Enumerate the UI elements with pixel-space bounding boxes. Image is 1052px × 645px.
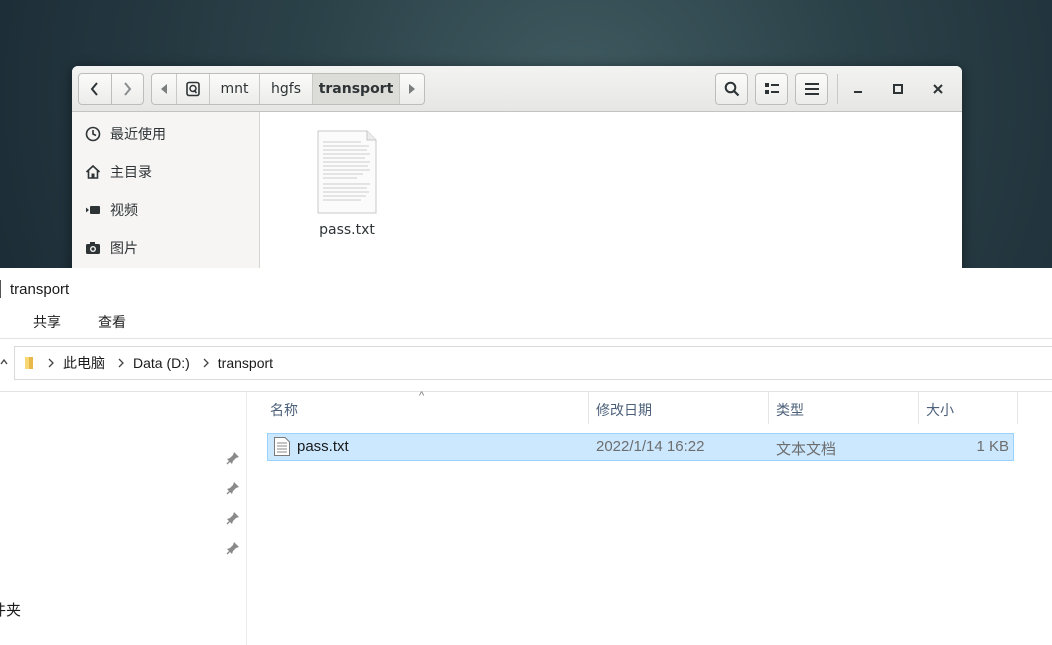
sidebar-item-videos[interactable]: 视频 <box>84 198 138 222</box>
breadcrumb-this-pc[interactable]: 此电脑 <box>63 353 105 373</box>
title-divider <box>0 280 1 298</box>
sidebar-item-label: 视频 <box>110 203 138 219</box>
path-scroll-left-button[interactable] <box>152 74 176 104</box>
view-toggle-button[interactable] <box>755 73 788 105</box>
path-segment-transport[interactable]: transport <box>312 74 399 104</box>
breadcrumb-chevron-icon[interactable] <box>47 358 55 368</box>
sidebar-item-label: 最近使用 <box>110 127 166 143</box>
nav-buttons <box>78 73 144 105</box>
list-view-icon <box>764 83 779 94</box>
path-scroll-right-button[interactable] <box>399 74 424 104</box>
cell-name: pass.txt <box>297 438 349 455</box>
hamburger-menu-icon <box>804 83 819 95</box>
minimize-button[interactable] <box>842 73 874 105</box>
video-icon <box>86 206 100 214</box>
sidebar-item-recent[interactable]: 最近使用 <box>84 122 166 146</box>
home-icon <box>85 164 101 179</box>
column-header-type[interactable]: 类型 <box>776 400 804 420</box>
sidebar-item-label: 主目录 <box>110 165 152 181</box>
search-button[interactable] <box>715 73 748 105</box>
column-resize-handle[interactable] <box>1017 392 1018 424</box>
maximize-icon <box>893 84 903 94</box>
sort-ascending-icon: ^ <box>419 390 425 402</box>
close-icon <box>933 84 943 94</box>
toolbar-divider <box>0 391 1052 392</box>
camera-icon <box>86 242 100 254</box>
explorer-window: transport 共享 查看 此电脑 Data (D:) transport … <box>0 268 1052 645</box>
text-file-icon <box>274 437 290 456</box>
breadcrumb-data-drive[interactable]: Data (D:) <box>133 355 190 371</box>
menu-button[interactable] <box>795 73 828 105</box>
drive-icon <box>186 81 200 97</box>
headerbar-separator <box>837 74 838 104</box>
pin-icon[interactable] <box>226 451 240 465</box>
navigation-pane-separator[interactable] <box>246 392 247 645</box>
file-name-label: pass.txt <box>319 222 375 238</box>
column-header-modified[interactable]: 修改日期 <box>596 400 652 420</box>
column-resize-handle[interactable] <box>918 392 919 424</box>
ribbon-divider <box>0 338 1052 339</box>
search-icon <box>724 81 739 97</box>
sidebar-item-home[interactable]: 主目录 <box>84 160 152 184</box>
pin-icon[interactable] <box>226 511 240 525</box>
breadcrumb-chevron-icon[interactable] <box>117 358 125 368</box>
path-bar: mnt hgfs transport <box>151 73 425 105</box>
triangle-right-icon <box>409 84 415 94</box>
pin-icon[interactable] <box>226 541 240 555</box>
sidebar-item-pictures[interactable]: 图片 <box>84 236 138 260</box>
cell-modified: 2022/1/14 16:22 <box>596 438 705 455</box>
clock-icon <box>85 126 101 142</box>
triangle-left-icon <box>161 84 167 94</box>
pin-icon[interactable] <box>226 481 240 495</box>
text-file-icon <box>317 130 377 214</box>
folder-icon <box>25 357 33 369</box>
breadcrumb-chevron-icon[interactable] <box>202 358 210 368</box>
chevron-left-icon <box>90 82 98 96</box>
forward-button[interactable] <box>110 74 143 104</box>
maximize-button[interactable] <box>882 73 914 105</box>
cell-type: 文本文档 <box>776 441 837 458</box>
up-chevron-icon[interactable] <box>0 356 8 368</box>
window-title: transport <box>10 280 70 298</box>
back-button[interactable] <box>79 74 111 104</box>
chevron-right-icon <box>124 82 132 96</box>
close-button[interactable] <box>922 73 954 105</box>
address-bar[interactable]: 此电脑 Data (D:) transport <box>14 346 1052 380</box>
breadcrumb-transport[interactable]: transport <box>218 355 273 371</box>
column-header-name[interactable]: 名称 <box>270 400 298 420</box>
nav-item-folder[interactable]: 件夹 <box>0 599 21 620</box>
column-header-size[interactable]: 大小 <box>926 400 954 420</box>
path-segment-hgfs[interactable]: hgfs <box>259 74 312 104</box>
column-resize-handle[interactable] <box>768 392 769 424</box>
path-root-button[interactable] <box>176 74 209 104</box>
sidebar-item-label: 图片 <box>110 241 138 257</box>
column-resize-handle[interactable] <box>588 392 589 424</box>
minimize-icon <box>854 91 862 93</box>
ribbon-tab-share[interactable]: 共享 <box>33 312 61 332</box>
explorer-title-bar: transport <box>0 278 69 300</box>
cell-size: 1 KB <box>976 438 1009 455</box>
ribbon-tab-view[interactable]: 查看 <box>98 312 126 332</box>
path-segment-mnt[interactable]: mnt <box>209 74 259 104</box>
headerbar: mnt hgfs transport <box>72 66 962 112</box>
